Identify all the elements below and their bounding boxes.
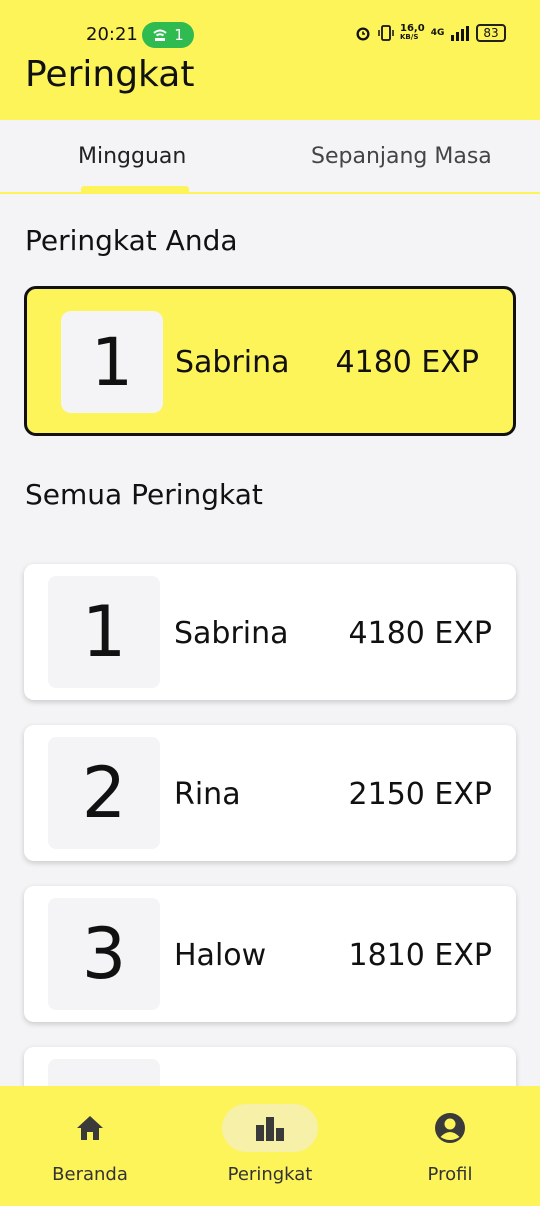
nav-leaderboard[interactable]: Peringkat bbox=[180, 1086, 360, 1206]
all-ranks-title: Semua Peringkat bbox=[25, 478, 263, 511]
status-icons: 16,0 KB/S 4G 83 bbox=[354, 24, 506, 42]
rank-number: 1 bbox=[61, 311, 163, 413]
tab-bar: Mingguan Sepanjang Masa bbox=[0, 120, 540, 194]
my-rank-title: Peringkat Anda bbox=[25, 224, 238, 257]
battery-indicator: 83 bbox=[476, 24, 506, 42]
vibrate-icon bbox=[378, 25, 394, 41]
user-name: Sabrina bbox=[174, 616, 289, 651]
signal-icon bbox=[451, 26, 470, 41]
nav-leaderboard-label: Peringkat bbox=[227, 1164, 313, 1185]
tab-weekly[interactable]: Mingguan bbox=[78, 144, 186, 169]
leaderboard-row[interactable]: 2 Rina 2150 EXP bbox=[24, 725, 516, 861]
nav-profile[interactable]: Profil bbox=[360, 1086, 540, 1206]
nav-profile-label: Profil bbox=[427, 1164, 473, 1185]
leaderboard-row[interactable]: 1 Sabrina 4180 EXP bbox=[24, 564, 516, 700]
leaderboard-icon bbox=[256, 1117, 284, 1141]
user-exp: 4180 EXP bbox=[348, 616, 492, 651]
home-icon bbox=[77, 1116, 103, 1140]
tab-all-time[interactable]: Sepanjang Masa bbox=[311, 144, 492, 169]
status-time: 20:21 bbox=[86, 24, 138, 45]
rank-number: 2 bbox=[48, 737, 160, 849]
status-bar: 20:21 1 16,0 KB/S 4G 83 bbox=[0, 20, 540, 50]
app-header: 20:21 1 16,0 KB/S 4G 83 Peringkat bbox=[0, 0, 540, 120]
nav-home-label: Beranda bbox=[52, 1164, 128, 1185]
network-type: 4G bbox=[430, 28, 445, 38]
nav-home[interactable]: Beranda bbox=[0, 1086, 180, 1206]
leaderboard-row[interactable]: 3 Halow 1810 EXP bbox=[24, 886, 516, 1022]
hotspot-count: 1 bbox=[174, 26, 184, 44]
my-rank-card: 1 Sabrina 4180 EXP bbox=[24, 286, 516, 436]
tab-indicator bbox=[81, 186, 189, 192]
user-exp: 4180 EXP bbox=[335, 345, 479, 380]
network-speed: 16,0 KB/S bbox=[400, 23, 425, 42]
hotspot-badge: 1 bbox=[142, 22, 194, 48]
user-name: Rina bbox=[174, 777, 241, 812]
page-title: Peringkat bbox=[25, 54, 195, 95]
hotspot-icon bbox=[153, 29, 167, 41]
user-name: Halow bbox=[174, 938, 267, 973]
bottom-nav: Beranda Peringkat Profil bbox=[0, 1086, 540, 1206]
profile-icon bbox=[435, 1113, 465, 1143]
user-exp: 2150 EXP bbox=[348, 777, 492, 812]
rank-number: 3 bbox=[48, 898, 160, 1010]
alarm-icon bbox=[356, 27, 370, 41]
user-exp: 1810 EXP bbox=[348, 938, 492, 973]
user-name: Sabrina bbox=[175, 345, 290, 380]
rank-number: 1 bbox=[48, 576, 160, 688]
